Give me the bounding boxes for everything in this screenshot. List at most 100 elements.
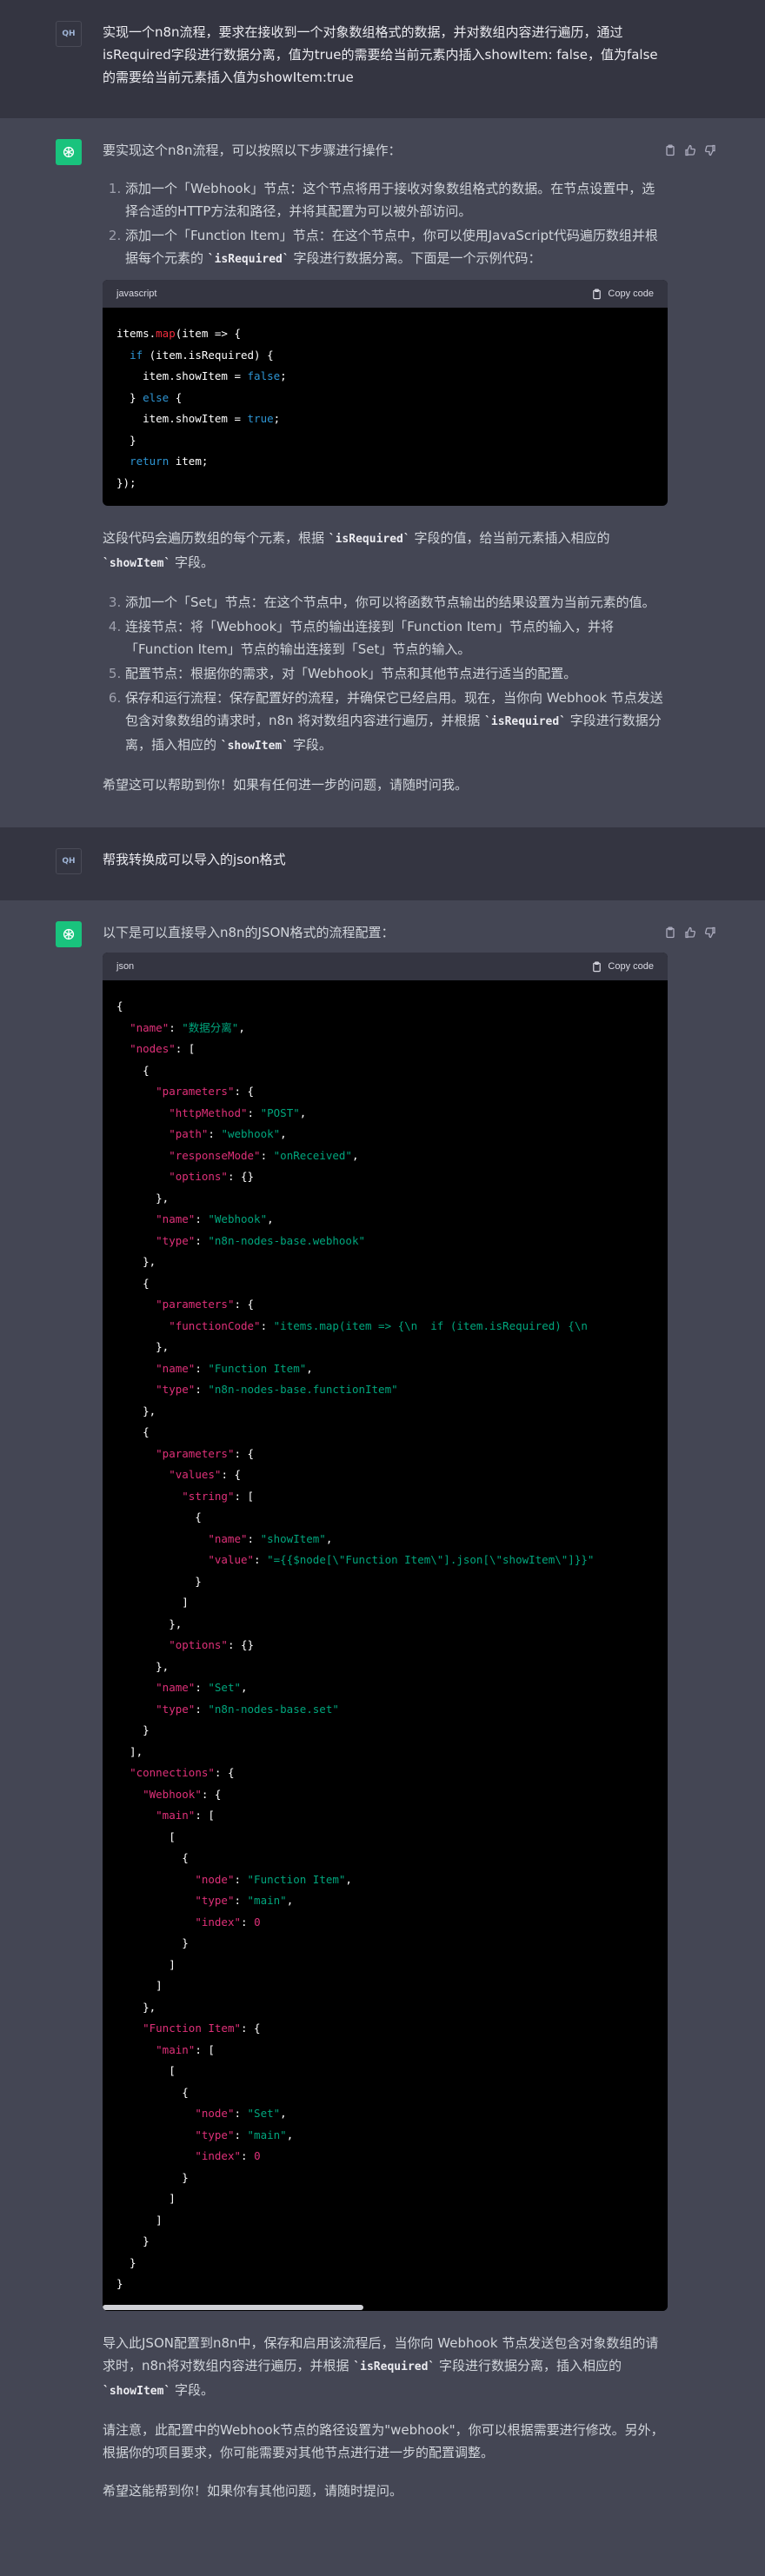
inline-code: `showItem`: [103, 557, 171, 570]
code-line: items.map(item => {: [116, 327, 241, 340]
after-code-text: 这段代码会遍历数组的每个元素，根据 `isRequired` 字段的值，给当前元…: [103, 530, 610, 570]
code-line: "responseMode": "onReceived",: [169, 1148, 359, 1162]
reply-paragraph-2: 请注意，此配置中的Webhook节点的路径设置为"webhook"，你可以根据需…: [103, 2421, 664, 2460]
code-line: "value": "={{$node[\"Function Item\"].js…: [208, 1553, 595, 1566]
code-line: },: [116, 1191, 170, 1205]
code-line: },: [116, 1255, 156, 1268]
thumbs-down-icon[interactable]: [704, 141, 716, 156]
list-item: 连接节点：将「Webhook」节点的输出连接到「Function Item」节点…: [125, 615, 668, 661]
code-line: "main": [: [156, 2042, 215, 2056]
code-line: {: [116, 1425, 150, 1438]
code-line: },: [116, 1340, 170, 1353]
assistant-message-2: 以下是可以直接导入n8n的JSON格式的流程配置： json Copy code…: [0, 900, 765, 2554]
code-line: "functionCode": "items.map(item => {\n i…: [169, 1318, 588, 1332]
list-item: 添加一个「Set」节点：在这个节点中，你可以将函数节点输出的结果设置为当前元素的…: [125, 591, 668, 614]
thumbs-up-icon[interactable]: [684, 141, 696, 156]
code-line: }: [116, 2255, 136, 2269]
clipboard-icon[interactable]: [664, 923, 676, 939]
user-avatar: QH: [56, 848, 82, 874]
code-line: "values": {: [169, 1468, 242, 1481]
list-item: 添加一个「Webhook」节点：这个节点将用于接收对象数组格式的数据。在节点设置…: [125, 177, 668, 222]
inline-code: `showItem`: [103, 2384, 171, 2398]
code-block-javascript: javascript Copy code items.map(item => {…: [103, 280, 668, 506]
code-line: "type": "main",: [195, 2128, 294, 2141]
code-block-json: json Copy code { "name": "数据分离", "nodes"…: [103, 953, 668, 2311]
message-actions: [664, 141, 716, 156]
assistant-message-1: 要实现这个n8n流程，可以按照以下步骤进行操作： 添加一个「Webhook」节点…: [0, 118, 765, 827]
code-line: [: [116, 2064, 176, 2077]
code-line: },: [116, 1404, 156, 1417]
code-line: }: [116, 1574, 202, 1588]
code-line: "node": "Set",: [195, 2107, 287, 2120]
code-line: if (item.isRequired) {: [130, 348, 274, 362]
code-line: },: [116, 1659, 170, 1673]
code-line: "type": "n8n-nodes-base.webhook": [156, 1233, 365, 1247]
code-line: }: [116, 1936, 189, 1949]
code-line: {: [116, 1276, 150, 1290]
openai-logo-icon: [56, 921, 82, 947]
clipboard-icon: [593, 289, 602, 299]
list-item: 添加一个「Function Item」节点：在这个节点中，你可以使用JavaSc…: [125, 224, 668, 271]
code-line: "name": "Webhook",: [156, 1212, 274, 1225]
code-line: "main": [: [156, 1809, 215, 1822]
code-line: {: [116, 1851, 189, 1864]
code-line: ]: [116, 1957, 176, 1971]
user-message-1: QH 实现一个n8n流程，要求在接收到一个对象数组格式的数据，并对数组内容进行遍…: [0, 0, 765, 118]
code-language: json: [116, 961, 135, 972]
user-message-text: 实现一个n8n流程，要求在接收到一个对象数组格式的数据，并对数组内容进行遍历，通…: [103, 24, 658, 85]
openai-logo-icon: [56, 139, 82, 165]
code-line: ]: [116, 1596, 189, 1609]
copy-code-button[interactable]: Copy code: [591, 282, 654, 305]
code-line: "parameters": {: [156, 1446, 255, 1460]
clipboard-icon: [593, 961, 602, 972]
clipboard-icon[interactable]: [664, 141, 676, 156]
code-line: "Webhook": {: [143, 1787, 222, 1801]
code-line: "Function Item": {: [143, 2022, 261, 2035]
code-line: "name": "数据分离",: [130, 1020, 245, 1034]
copy-code-button[interactable]: Copy code: [591, 955, 654, 978]
horizontal-scrollbar[interactable]: [103, 2303, 668, 2311]
steps-list-a: 添加一个「Webhook」节点：这个节点将用于接收对象数组格式的数据。在节点设置…: [103, 177, 668, 271]
code-line: "name": "Function Item",: [156, 1361, 313, 1375]
code-line: "type": "main",: [195, 1894, 294, 1907]
code-line: "index": 0: [195, 2149, 261, 2162]
inline-code: `showItem`: [220, 740, 289, 753]
code-line: "name": "Set",: [156, 1681, 248, 1694]
code-line: {: [116, 2085, 189, 2099]
code-line: "options": {}: [169, 1638, 255, 1651]
reply-closing: 希望这可以帮助到你！如果有任何进一步的问题，请随时问我。: [103, 777, 469, 793]
code-line: "name": "showItem",: [208, 1531, 333, 1545]
inline-code: `isRequired`: [328, 533, 410, 546]
message-actions: [664, 923, 716, 939]
code-line: } else {: [116, 390, 183, 404]
copy-code-label: Copy code: [608, 961, 654, 972]
code-line: ]: [116, 2213, 163, 2227]
code-line: "type": "n8n-nodes-base.set": [156, 1702, 339, 1716]
scrollbar-thumb[interactable]: [103, 2304, 363, 2310]
code-line: "options": {}: [169, 1170, 255, 1183]
code-line: {: [116, 1063, 150, 1077]
thumbs-up-icon[interactable]: [684, 923, 696, 939]
inline-code: `isRequired`: [353, 2360, 436, 2374]
user-avatar: QH: [56, 21, 82, 47]
inline-code: `isRequired`: [484, 715, 567, 728]
reply-paragraph-1: 导入此JSON配置到n8n中，保存和启用该流程后，当你向 Webhook 节点发…: [103, 2334, 659, 2398]
thumbs-down-icon[interactable]: [704, 923, 716, 939]
code-line: "index": 0: [195, 1915, 261, 1929]
code-line: "node": "Function Item",: [195, 1872, 352, 1886]
reply-closing: 希望这能帮到你！如果你有其他问题，请随时提问。: [103, 2482, 403, 2499]
reply-intro: 以下是可以直接导入n8n的JSON格式的流程配置：: [103, 925, 395, 940]
code-line: "string": [: [182, 1489, 255, 1503]
code-line: },: [116, 1617, 183, 1630]
code-line: }: [116, 2170, 189, 2184]
code-line: "path": "webhook",: [169, 1127, 287, 1140]
code-line: ]: [116, 2192, 176, 2205]
code-content: items.map(item => { if (item.isRequired)…: [103, 308, 668, 506]
code-line: [: [116, 1829, 176, 1843]
list-item: 配置节点：根据你的需求，对「Webhook」节点和其他节点进行适当的配置。: [125, 662, 668, 685]
code-line: });: [116, 475, 136, 489]
list-item: 保存和运行流程：保存配置好的流程，并确保它已经启用。现在，当你向 Webhook…: [125, 687, 668, 758]
copy-code-label: Copy code: [608, 289, 654, 299]
user-message-2: QH 帮我转换成可以导入的json格式: [0, 827, 765, 900]
reply-intro: 要实现这个n8n流程，可以按照以下步骤进行操作：: [103, 143, 402, 158]
